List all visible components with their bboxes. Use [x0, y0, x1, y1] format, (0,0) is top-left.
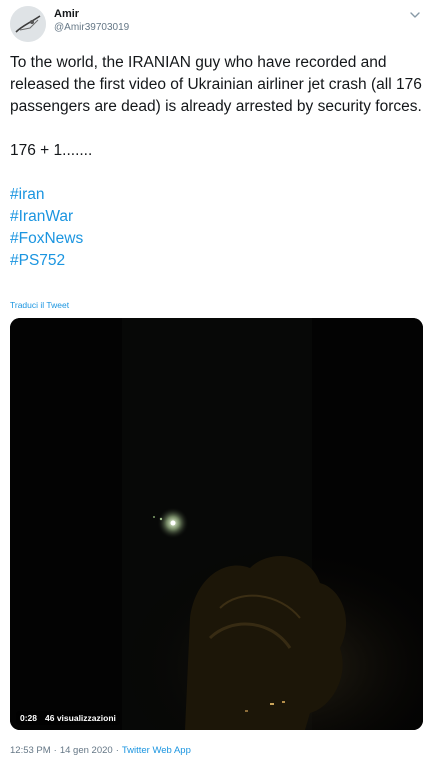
- meta-separator: ·: [53, 745, 57, 756]
- hashtag-foxnews[interactable]: #FoxNews: [10, 228, 428, 250]
- tweet-card: Amir @Amir39703019 To the world, the IRA…: [0, 0, 433, 768]
- tweet-time[interactable]: 12:53 PM: [10, 745, 51, 756]
- video-info-badge: 0:28 46 visualizzazioni: [16, 711, 120, 725]
- user-name[interactable]: Amir: [54, 8, 79, 20]
- hashtag-ps752[interactable]: #PS752: [10, 250, 428, 272]
- hashtag-iranwar[interactable]: #IranWar: [10, 206, 428, 228]
- hashtag-iran[interactable]: #iran: [10, 184, 428, 206]
- video-views: 46 visualizzazioni: [45, 713, 116, 723]
- user-handle[interactable]: @Amir39703019: [54, 22, 129, 33]
- chevron-down-icon[interactable]: [406, 6, 424, 24]
- tweet-count-line: 176 + 1.......: [10, 142, 93, 159]
- video-frame: [10, 318, 423, 730]
- translate-tweet-link[interactable]: Traduci il Tweet: [10, 300, 69, 310]
- video-duration: 0:28: [20, 713, 38, 723]
- tweet-text: To the world, the IRANIAN guy who have r…: [10, 52, 428, 272]
- avatar[interactable]: [10, 6, 46, 42]
- tweet-source[interactable]: Twitter Web App: [122, 745, 191, 756]
- tweet-date[interactable]: 14 gen 2020: [60, 745, 113, 756]
- video-player[interactable]: 0:28 46 visualizzazioni: [10, 318, 423, 730]
- tweet-body: To the world, the IRANIAN guy who have r…: [10, 54, 422, 115]
- meta-separator-2: ·: [115, 745, 119, 756]
- tweet-meta: 12:53 PM · 14 gen 2020 · Twitter Web App: [10, 745, 191, 756]
